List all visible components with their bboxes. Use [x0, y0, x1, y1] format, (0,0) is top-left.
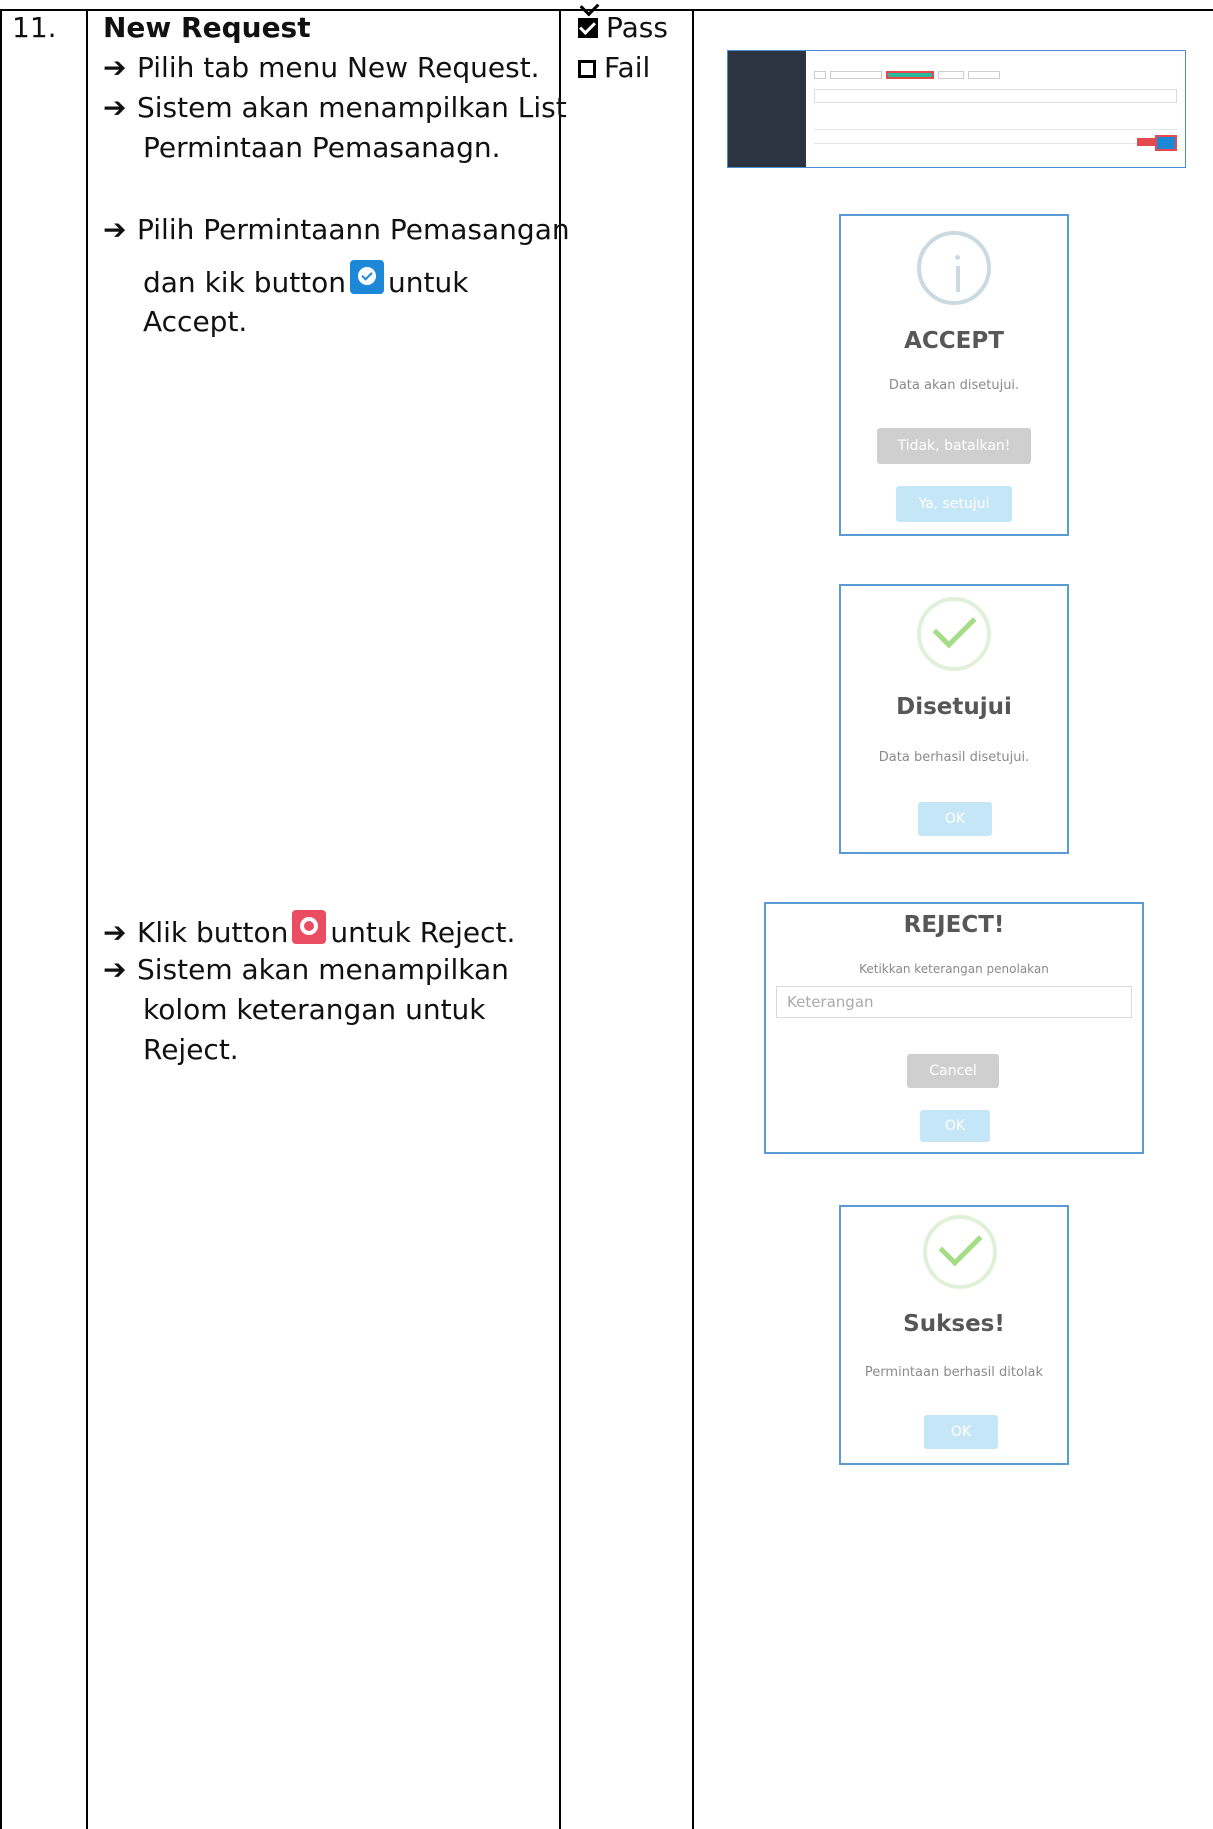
step-5-cont: kolom keterangan untuk	[143, 993, 486, 1026]
reject-dialog: REJECT! Ketikkan keterangan penolakan Ke…	[764, 902, 1144, 1154]
success-dialog: Sukses! Permintaan berhasil ditolak OK	[839, 1205, 1069, 1465]
arrow-icon: ➔	[103, 91, 127, 124]
checkmark-icon	[923, 1215, 997, 1289]
dialog-title: ACCEPT	[904, 328, 1004, 354]
column-divider-2	[559, 10, 561, 1829]
checkmark-icon	[917, 597, 991, 671]
dialog-title: REJECT!	[903, 912, 1005, 938]
step-3-cont: dan kik button untuk	[143, 260, 468, 303]
column-divider-3	[692, 10, 694, 1829]
thumbnail-action-buttons	[1155, 135, 1177, 151]
row-number: 11.	[12, 11, 57, 44]
arrow-icon: ➔	[103, 213, 127, 246]
info-icon	[917, 231, 991, 305]
ok-button[interactable]: OK	[920, 1110, 990, 1142]
arrow-icon: ➔	[103, 953, 127, 986]
dialog-message: Permintaan berhasil ditolak	[864, 1365, 1044, 1380]
keterangan-input[interactable]: Keterangan	[776, 986, 1132, 1018]
cancel-button[interactable]: Cancel	[907, 1054, 999, 1088]
result-fail: Fail	[578, 48, 650, 88]
step-2-cont: Permintaan Pemasanagn.	[143, 131, 501, 164]
cancel-button[interactable]: Tidak, batalkan!	[877, 428, 1031, 464]
ok-button[interactable]: OK	[918, 802, 992, 836]
thumbnail-table-header	[814, 121, 1177, 130]
arrow-icon: ➔	[103, 916, 127, 949]
checkbox-icon	[578, 60, 596, 78]
checked-box-icon	[578, 18, 598, 38]
arrow-icon: ➔	[103, 51, 127, 84]
thumbnail-sidebar	[728, 51, 806, 167]
step-1: ➔ Pilih tab menu New Request.	[103, 48, 540, 88]
step-3-end: Accept.	[143, 305, 248, 338]
ok-button[interactable]: OK	[924, 1415, 998, 1449]
dialog-title: Sukses!	[903, 1311, 1005, 1337]
result-pass: Pass	[578, 8, 668, 48]
column-divider-1	[86, 10, 88, 1829]
table-left-border	[0, 10, 2, 1829]
dialog-message: Data akan disetujui.	[888, 378, 1020, 393]
step-3: ➔ Pilih Permintaann Pemasangan	[103, 210, 570, 250]
dialog-message: Data berhasil disetujui.	[878, 750, 1030, 765]
approved-dialog: Disetujui Data berhasil disetujui. OK	[839, 584, 1069, 854]
accept-button-icon	[350, 260, 385, 294]
step-5: ➔ Sistem akan menampilkan	[103, 950, 509, 990]
dialog-title: Disetujui	[896, 694, 1012, 720]
step-4: ➔ Klik button untuk Reject.	[103, 910, 515, 953]
reject-button-icon	[292, 910, 327, 944]
thumbnail-tabs	[814, 71, 1000, 79]
thumbnail-status-badge	[1137, 138, 1155, 146]
confirm-button[interactable]: Ya, setujui	[896, 486, 1012, 522]
dialog-message: Ketikkan keterangan penolakan	[859, 962, 1049, 976]
step-5-end: Reject.	[143, 1033, 239, 1066]
section-heading: New Request	[103, 11, 311, 44]
thumbnail-active-tab	[886, 71, 934, 79]
thumbnail-panel	[814, 89, 1177, 103]
accept-dialog: ACCEPT Data akan disetujui. Tidak, batal…	[839, 214, 1069, 536]
step-2: ➔ Sistem akan menampilkan List	[103, 88, 567, 128]
thumbnail-table-row	[814, 135, 1177, 144]
new-request-screenshot-thumbnail	[727, 50, 1186, 168]
test-case-table: 11. New Request ➔ Pilih tab menu New Requ…	[0, 0, 1213, 1829]
